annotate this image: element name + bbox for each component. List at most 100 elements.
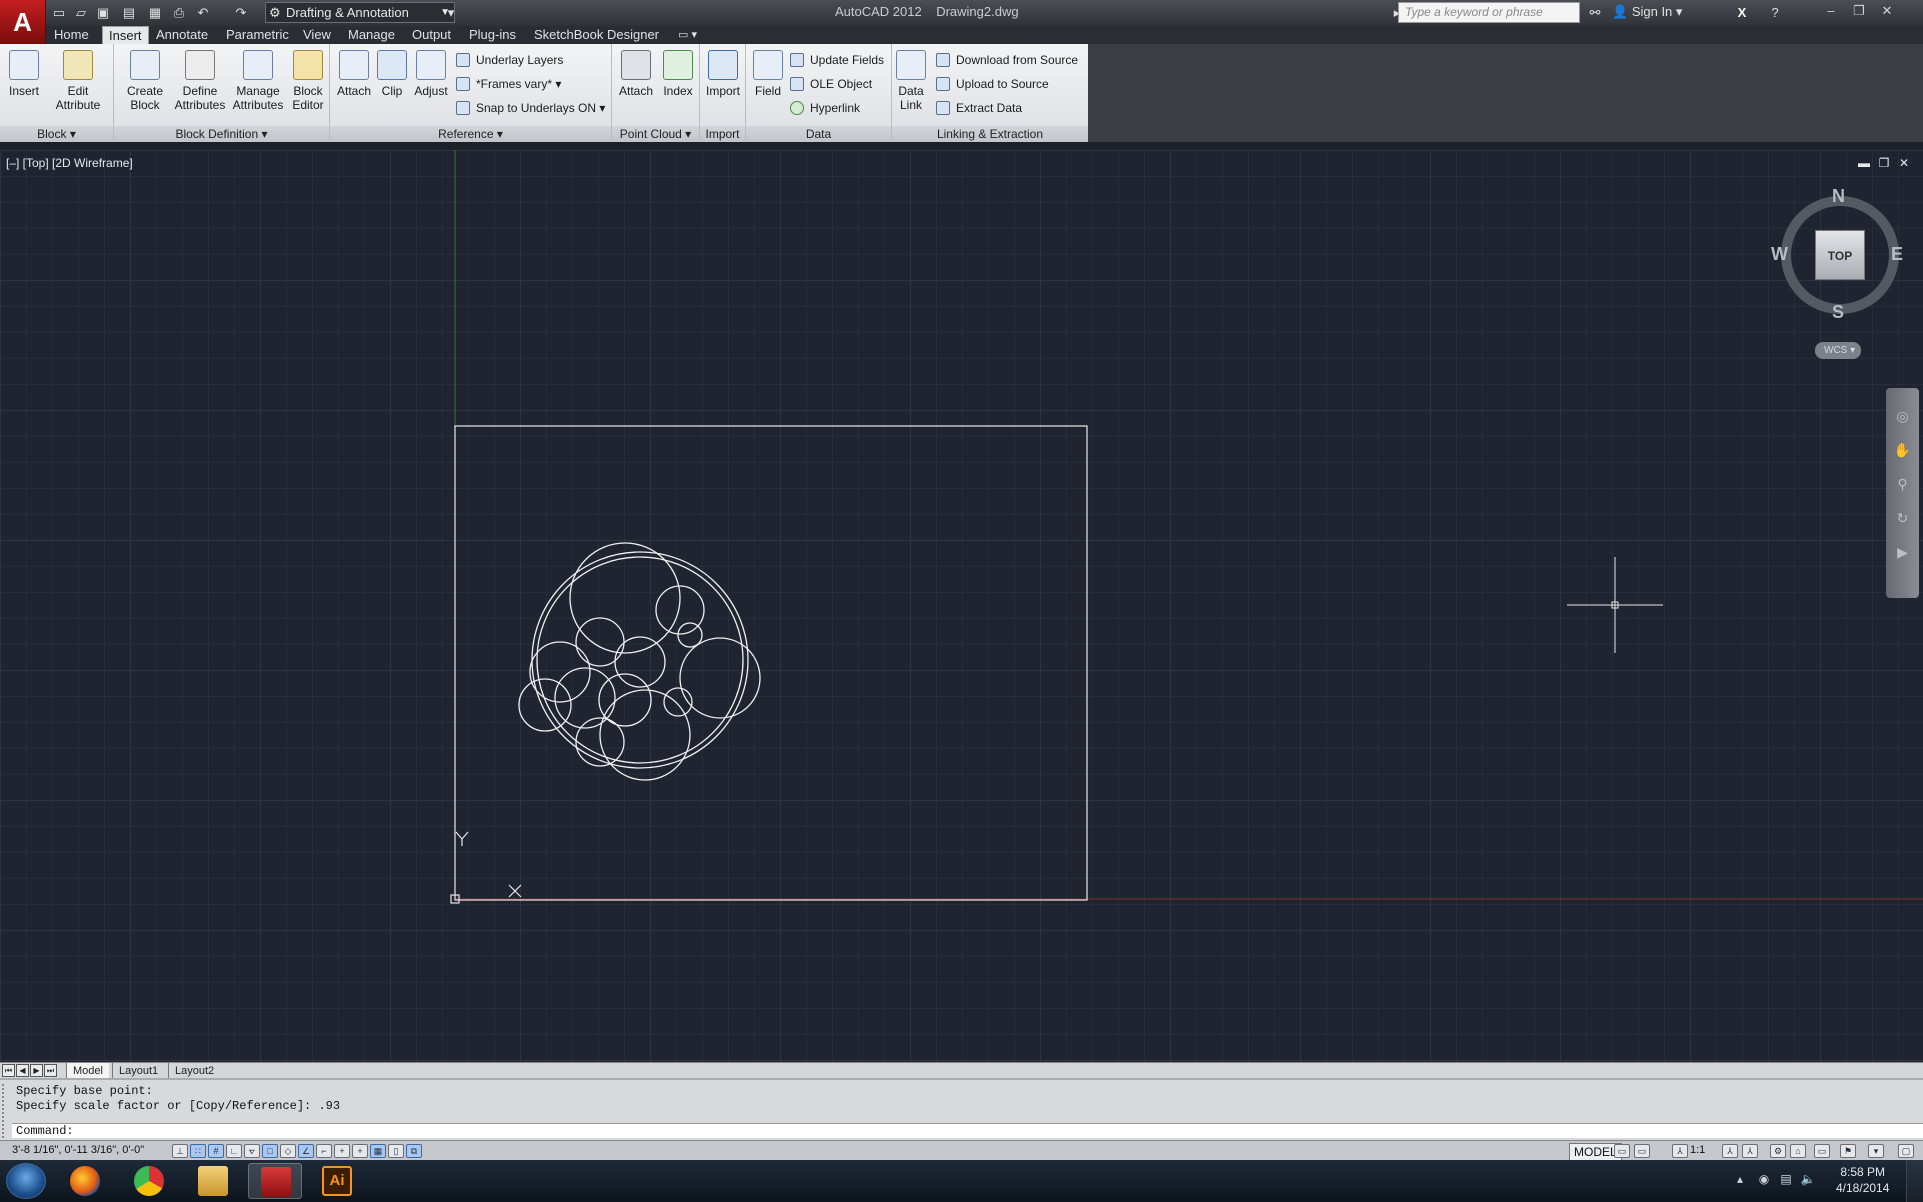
adjust-button[interactable]: Adjust — [410, 50, 452, 98]
transparency-icon[interactable]: ▦ — [370, 1144, 386, 1158]
grid-display-icon[interactable]: # — [208, 1144, 224, 1158]
point-cloud-attach-button[interactable]: Attach — [614, 50, 658, 98]
download-from-source-button[interactable]: Download from Source — [934, 50, 1078, 70]
snap-underlays-dropdown[interactable]: Snap to Underlays ON ▾ — [454, 98, 605, 118]
taskbar-illustrator[interactable]: Ai — [310, 1163, 364, 1199]
quick-properties-icon[interactable]: ▯ — [388, 1144, 404, 1158]
auto-scale-icon[interactable]: ⅄ — [1742, 1144, 1758, 1158]
sign-in-button[interactable]: 👤 Sign In ▾ — [1612, 4, 1682, 20]
saveas-icon[interactable]: ▤ — [120, 4, 138, 21]
restore-button[interactable]: ❐ — [1846, 2, 1872, 20]
save-icon[interactable]: ▣ — [94, 4, 112, 21]
prev-layout-icon[interactable]: ◀ — [16, 1064, 29, 1077]
drawing-viewport[interactable]: [–] [Top] [2D Wireframe] ▬ ❐ ✕ N S E W T… — [0, 150, 1923, 1062]
tab-insert[interactable]: Insert — [102, 26, 149, 44]
attach-button[interactable]: Attach — [334, 50, 374, 98]
minimize-button[interactable]: – — [1818, 2, 1844, 20]
save-all-icon[interactable]: ▦ — [146, 4, 164, 21]
block-editor-button[interactable]: Block Editor — [288, 50, 328, 112]
wcs-menu[interactable]: WCS ▾ — [1815, 342, 1861, 359]
binoculars-icon[interactable]: ⚯ — [1586, 4, 1604, 21]
edit-attribute-button[interactable]: Edit Attribute — [48, 50, 108, 112]
insert-block-button[interactable]: Insert — [4, 50, 44, 98]
infer-constraints-icon[interactable]: ⊥ — [172, 1144, 188, 1158]
lock-ui-icon[interactable]: ⌂ — [1790, 1144, 1806, 1158]
lineweight-icon[interactable]: + — [352, 1144, 368, 1158]
pan-icon[interactable]: ✋ — [1892, 440, 1913, 461]
taskbar-chrome[interactable] — [122, 1163, 176, 1199]
network-icon[interactable]: ▤ — [1778, 1172, 1794, 1188]
workspace-switching-icon[interactable]: ⚙ — [1770, 1144, 1786, 1158]
taskbar-explorer[interactable] — [186, 1163, 240, 1199]
dynamic-input-icon[interactable]: + — [334, 1144, 350, 1158]
exchange-icon[interactable]: X — [1733, 4, 1751, 21]
drawing-limits-rectangle[interactable] — [454, 425, 1088, 901]
taskbar-firefox[interactable] — [58, 1163, 112, 1199]
search-input[interactable]: Type a keyword or phrase — [1398, 2, 1580, 23]
viewcube-top-face[interactable]: TOP — [1815, 230, 1865, 280]
workspace-select[interactable]: ⚙ Drafting & Annotation ▼ — [265, 2, 455, 23]
undo-icon[interactable]: ↶ — [194, 4, 212, 21]
ortho-mode-icon[interactable]: ∟ — [226, 1144, 242, 1158]
tab-annotate[interactable]: Annotate — [150, 26, 214, 44]
compass-south[interactable]: S — [1832, 302, 1844, 323]
quick-view-drawings-icon[interactable]: ▭ — [1634, 1144, 1650, 1158]
close-button[interactable]: ✕ — [1874, 2, 1900, 20]
show-desktop-button[interactable] — [1906, 1160, 1923, 1202]
tab-output[interactable]: Output — [406, 26, 457, 44]
panel-title-reference[interactable]: Reference ▾ — [330, 126, 611, 142]
update-fields-button[interactable]: Update Fields — [788, 50, 884, 70]
layout-tab-model[interactable]: Model — [66, 1063, 109, 1079]
polar-tracking-icon[interactable]: ⦡ — [244, 1144, 260, 1158]
data-link-button[interactable]: Data Link — [894, 50, 928, 112]
tray-app-icon[interactable]: ◉ — [1756, 1172, 1772, 1188]
compass-north[interactable]: N — [1832, 186, 1845, 207]
help-icon[interactable]: ? — [1766, 4, 1784, 21]
clean-screen-icon[interactable]: ▢ — [1898, 1144, 1914, 1158]
manage-attributes-button[interactable]: Manage Attributes — [230, 50, 286, 112]
outer-circle-inner[interactable] — [536, 556, 744, 764]
tab-sketchbook[interactable]: SketchBook Designer — [528, 26, 665, 44]
clip-button[interactable]: Clip — [374, 50, 410, 98]
isolate-objects-icon[interactable]: ⚑ — [1840, 1144, 1856, 1158]
plot-icon[interactable]: ⎙ — [170, 4, 188, 21]
object-snap-icon[interactable]: □ — [262, 1144, 278, 1158]
panel-title-block[interactable]: Block ▾ — [0, 126, 113, 142]
hyperlink-button[interactable]: Hyperlink — [788, 98, 860, 118]
circle[interactable] — [569, 542, 681, 654]
status-bar-menu-icon[interactable]: ▾ — [1868, 1144, 1884, 1158]
panel-title-block-definition[interactable]: Block Definition ▾ — [114, 126, 329, 142]
object-snap-tracking-icon[interactable]: ∠ — [298, 1144, 314, 1158]
circle-cluster[interactable] — [518, 542, 761, 781]
point-cloud-index-button[interactable]: Index — [658, 50, 698, 98]
steering-wheel-icon[interactable]: ◎ — [1892, 406, 1913, 427]
snap-mode-icon[interactable]: ∷ — [190, 1144, 206, 1158]
next-layout-icon[interactable]: ▶ — [30, 1064, 43, 1077]
show-hidden-icons-icon[interactable]: ▴ — [1732, 1172, 1748, 1188]
showmotion-icon[interactable]: ▶ — [1892, 542, 1913, 563]
command-input[interactable]: Command: — [12, 1123, 1923, 1138]
extract-data-button[interactable]: Extract Data — [934, 98, 1022, 118]
tab-manage[interactable]: Manage — [342, 26, 401, 44]
tab-home[interactable]: Home — [48, 26, 95, 44]
start-button[interactable] — [6, 1163, 46, 1199]
circle[interactable] — [518, 678, 572, 732]
panel-title-point-cloud[interactable]: Point Cloud ▾ — [612, 126, 699, 142]
underlay-layers-button[interactable]: Underlay Layers — [454, 50, 563, 70]
ole-object-button[interactable]: OLE Object — [788, 74, 872, 94]
define-attributes-button[interactable]: Define Attributes — [172, 50, 228, 112]
tab-parametric[interactable]: Parametric — [220, 26, 295, 44]
layout-tab-layout2[interactable]: Layout2 — [168, 1063, 220, 1079]
compass-west[interactable]: W — [1771, 244, 1788, 265]
tab-plugins[interactable]: Plug-ins — [463, 26, 522, 44]
zoom-icon[interactable]: ⚲ — [1892, 474, 1913, 495]
upload-to-source-button[interactable]: Upload to Source — [934, 74, 1049, 94]
circle[interactable] — [599, 689, 691, 781]
open-icon[interactable]: ▱ — [72, 4, 90, 21]
command-window-grip[interactable] — [2, 1084, 10, 1138]
first-layout-icon[interactable]: ⏮ — [2, 1064, 15, 1077]
layout-tab-layout1[interactable]: Layout1 — [112, 1063, 164, 1079]
annotation-scale-icon[interactable]: ⅄ — [1672, 1144, 1688, 1158]
new-icon[interactable]: ▭ — [50, 4, 68, 21]
field-button[interactable]: Field — [750, 50, 786, 98]
